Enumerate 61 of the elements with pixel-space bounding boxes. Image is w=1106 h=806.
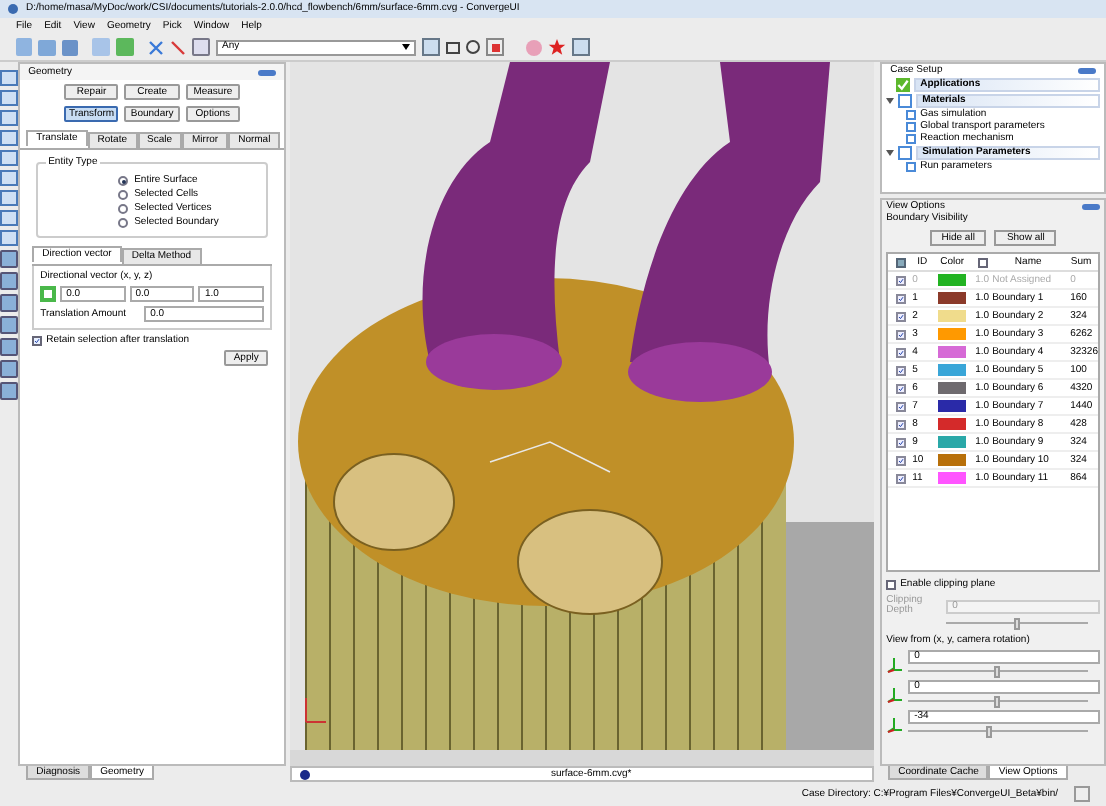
color-swatch[interactable]	[938, 454, 967, 466]
color-swatch[interactable]	[938, 292, 967, 304]
rectangle-icon[interactable]	[446, 41, 460, 53]
radio-button[interactable]	[118, 218, 129, 228]
panel-options-icon[interactable]	[1078, 68, 1096, 74]
browse-button[interactable]	[1074, 786, 1090, 802]
radio-button[interactable]	[118, 176, 129, 186]
row-checkbox[interactable]	[895, 419, 906, 429]
depth-slider[interactable]	[946, 618, 1088, 630]
checkbox-icon[interactable]	[906, 122, 917, 132]
slider-thumb[interactable]	[993, 696, 1000, 708]
axes-icon	[886, 655, 905, 673]
axes-icon	[886, 685, 905, 703]
cross-icon[interactable]	[148, 39, 164, 55]
app-icon	[8, 4, 18, 14]
line-icon[interactable]	[170, 39, 186, 55]
panel-options-icon[interactable]	[1082, 204, 1100, 210]
checkbox-icon[interactable]	[906, 162, 917, 172]
color-swatch[interactable]	[938, 310, 967, 322]
visibility-icon	[895, 257, 906, 267]
document-icon	[300, 769, 311, 779]
color-swatch[interactable]	[938, 382, 967, 394]
checkbox[interactable]	[898, 94, 913, 108]
row-checkbox[interactable]	[895, 473, 906, 483]
color-swatch[interactable]	[938, 346, 967, 358]
row-checkbox[interactable]	[895, 455, 906, 465]
slider-thumb[interactable]	[1013, 618, 1020, 630]
opacity-icon	[977, 257, 988, 267]
clipping-checkbox[interactable]	[886, 580, 897, 590]
row-checkbox[interactable]	[895, 329, 906, 339]
row-checkbox[interactable]	[895, 437, 906, 447]
axes-icon	[886, 715, 905, 733]
color-swatch[interactable]	[938, 436, 967, 448]
radio-button[interactable]	[118, 204, 129, 214]
axis-triad-icon	[305, 697, 328, 723]
color-swatch[interactable]	[938, 400, 967, 412]
slider-thumb[interactable]	[993, 666, 1000, 678]
caret-icon	[402, 44, 410, 50]
slider-thumb[interactable]	[985, 726, 992, 738]
checkbox-icon[interactable]	[906, 110, 917, 120]
radio-button[interactable]	[118, 190, 129, 200]
color-swatch[interactable]	[938, 418, 967, 430]
view-slider[interactable]	[908, 696, 1088, 708]
checkbox-icon[interactable]	[906, 134, 917, 144]
retain-checkbox[interactable]	[32, 336, 43, 346]
star-icon[interactable]	[548, 38, 566, 56]
row-checkbox[interactable]	[895, 347, 906, 357]
row-checkbox[interactable]	[895, 293, 906, 303]
checkbox[interactable]	[898, 146, 913, 160]
row-checkbox[interactable]	[895, 311, 906, 321]
panel-options-icon[interactable]	[258, 69, 277, 75]
color-swatch[interactable]	[938, 364, 967, 376]
color-swatch-icon[interactable]	[40, 286, 57, 302]
color-swatch[interactable]	[938, 328, 967, 340]
row-checkbox[interactable]	[895, 401, 906, 411]
row-checkbox[interactable]	[895, 383, 906, 393]
view-slider[interactable]	[908, 726, 1088, 738]
color-swatch[interactable]	[938, 472, 967, 484]
view-slider[interactable]	[908, 666, 1088, 678]
row-checkbox[interactable]	[895, 365, 906, 375]
stop-icon[interactable]	[486, 38, 504, 56]
